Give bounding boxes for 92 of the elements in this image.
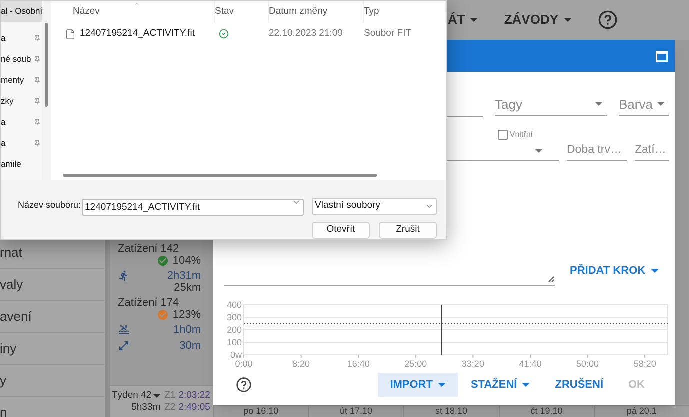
zone-time: 2:49:05 — [178, 402, 210, 414]
date-label: út 17.10 — [340, 406, 373, 417]
position-line — [441, 304, 442, 356]
caret-icon — [470, 18, 478, 22]
week-total: 5h33m — [132, 402, 161, 414]
nav-pane-item[interactable]: al - Osobní — [1, 1, 42, 22]
y-tick-label: 0w — [230, 350, 242, 360]
caret-icon — [564, 18, 572, 22]
caret-icon — [522, 383, 530, 387]
date-label: čt 19.10 — [530, 406, 563, 417]
zone-label: Z2 — [164, 402, 176, 414]
y-tick-label: 300 — [226, 312, 242, 322]
help-icon[interactable] — [236, 377, 252, 393]
caret-icon — [650, 268, 659, 273]
tags-select[interactable]: Tagy — [495, 94, 607, 116]
indoor-checkbox[interactable]: Vnitřní — [498, 129, 533, 141]
x-tick-label: 41:40 — [519, 359, 542, 369]
nav-pane-item[interactable]: menty — [1, 70, 42, 91]
add-step-button[interactable]: PŘIDAT KROK — [570, 262, 659, 279]
runner-icon — [118, 270, 130, 282]
load-field[interactable]: Zatí… — [635, 139, 669, 161]
nav-pane-item[interactable]: zky — [1, 91, 42, 112]
column-header[interactable]: Typ — [364, 1, 446, 23]
caret-icon — [152, 394, 161, 398]
date-label: po 16.10 — [244, 406, 279, 417]
date-label: st 18.10 — [435, 406, 468, 417]
activity-duration[interactable]: 30m — [180, 340, 201, 352]
chevron-icon — [292, 198, 301, 207]
swimmer-icon — [118, 324, 130, 336]
y-tick-label: 100 — [226, 338, 242, 348]
nav-menu[interactable]: ÁT — [448, 8, 478, 32]
duration-field[interactable]: Doba trv… — [567, 139, 627, 161]
pin-icon — [34, 119, 41, 126]
file-name: 12407195214_ACTIVITY.fit — [80, 26, 195, 41]
column-header[interactable]: Stav — [215, 1, 269, 23]
nav-pane-item[interactable]: a — [1, 133, 42, 154]
resize-handle-icon[interactable] — [548, 276, 555, 283]
dialog-button[interactable]: Otevřít — [312, 222, 370, 239]
load-label: Zatížení 174 — [117, 297, 180, 309]
pin-icon — [34, 77, 41, 84]
scrollbar[interactable] — [45, 23, 48, 107]
nav-pane-item[interactable]: a — [1, 112, 42, 133]
file-icon — [65, 28, 76, 40]
caret-icon — [657, 102, 665, 106]
nav-pane-item[interactable]: a — [1, 28, 42, 49]
nav-pane-item[interactable]: amile — [1, 154, 42, 175]
zone-time: 2:03:22 — [178, 390, 210, 402]
dialog-button[interactable]: ZRUŠENÍ — [543, 373, 616, 397]
column-header[interactable]: Datum změny — [269, 1, 364, 23]
pin-icon — [34, 56, 41, 63]
dialog-button[interactable]: STAŽENÍ — [458, 373, 542, 397]
zone-label: Z1 — [164, 390, 176, 402]
file-type: Soubor FIT — [364, 26, 413, 41]
file-row[interactable]: 12407195214_ACTIVITY.fit 22.10.2023 21:09 Soubor FIT — [51, 23, 446, 45]
y-tick-label: 400 — [226, 300, 242, 310]
caret-icon — [535, 148, 543, 152]
pin-icon — [34, 98, 41, 105]
sort-caret-icon — [132, 1, 140, 7]
scrollbar[interactable] — [63, 174, 377, 176]
load-score: 104% — [172, 255, 201, 267]
y-tick-label: 200 — [226, 325, 242, 335]
x-tick-label: 0:00 — [235, 359, 253, 369]
activity-distance: 25km — [174, 282, 201, 294]
week-dropdown[interactable]: Týden 42 — [112, 390, 161, 402]
x-tick-label: 50:00 — [576, 359, 600, 369]
modified-date: 22.10.2023 21:09 — [269, 26, 344, 41]
nav-pane-item[interactable]: né soub — [1, 49, 42, 70]
color-select[interactable]: Barva — [619, 94, 669, 116]
maximize-icon[interactable] — [656, 50, 668, 62]
pin-icon — [34, 35, 41, 42]
load-label: Zatížení 142 — [117, 243, 180, 255]
nav-menu[interactable]: ZÁVODY — [504, 8, 572, 32]
file-name-field[interactable]: 12407195214_ACTIVITY.fit — [82, 199, 304, 216]
load-score: 123% — [172, 309, 201, 321]
diagonal-arrows-icon — [118, 340, 130, 352]
help-icon[interactable] — [598, 10, 618, 30]
x-tick-label: 58:20 — [634, 359, 656, 369]
x-tick-label: 25:00 — [404, 359, 428, 369]
pin-icon — [34, 140, 41, 147]
dialog-button[interactable]: Zrušit — [379, 222, 437, 239]
file-name-label: Název souboru: — [16, 199, 82, 212]
caret-icon — [595, 102, 603, 106]
date-label: pá 20.1 — [626, 406, 657, 417]
caret-icon — [438, 383, 446, 387]
activity-duration[interactable]: 2h31m — [167, 270, 201, 282]
dialog-button[interactable]: IMPORT — [378, 373, 458, 397]
x-tick-label: 16:40 — [347, 359, 370, 369]
column-header[interactable]: Název — [51, 1, 215, 23]
x-tick-label: 33:20 — [462, 359, 484, 369]
file-type-select[interactable]: Vlastní soubory — [312, 198, 437, 214]
activity-duration[interactable]: 1h0m — [173, 324, 201, 336]
x-tick-label: 8:20 — [292, 359, 310, 369]
